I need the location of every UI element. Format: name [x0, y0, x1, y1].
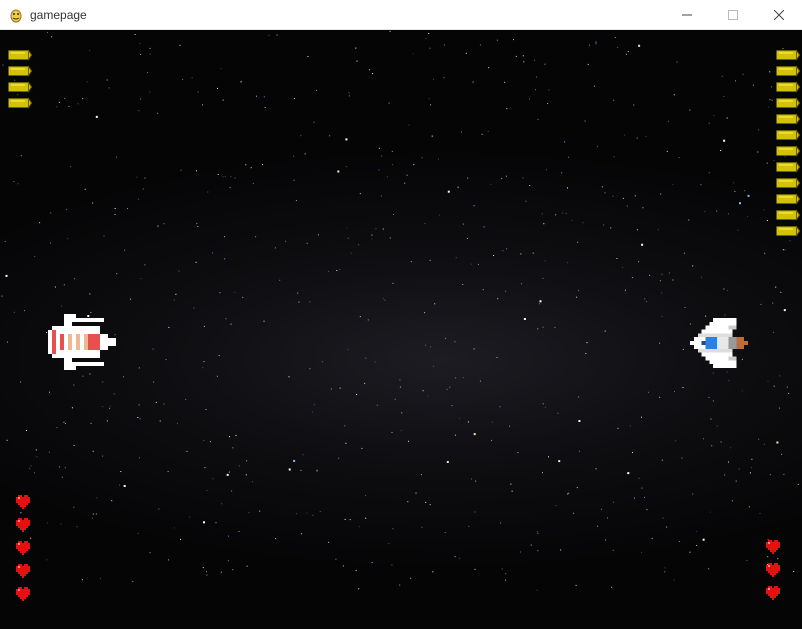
bullet-icon	[776, 210, 800, 220]
bullet-icon	[776, 130, 800, 140]
bullet-icon	[776, 82, 800, 92]
minimize-icon	[682, 14, 692, 15]
bullet-icon	[776, 178, 800, 188]
blue-spaceship-icon	[690, 318, 748, 368]
maximize-button[interactable]	[710, 0, 756, 29]
heart-icon	[16, 495, 30, 509]
bullet-icon	[776, 50, 800, 60]
heart-icon	[16, 541, 30, 555]
heart-icon	[766, 540, 780, 554]
bullet-icon	[776, 114, 800, 124]
bullet-icon	[776, 146, 800, 156]
bullet-icon	[776, 66, 800, 76]
bullet-icon	[776, 226, 800, 236]
bullet-icon	[776, 194, 800, 204]
bullet-icon	[776, 98, 800, 108]
title-bar[interactable]: gamepage	[0, 0, 802, 30]
game-window: gamepage	[0, 0, 802, 629]
bullet-icon	[776, 162, 800, 172]
heart-icon	[16, 518, 30, 532]
red-spaceship-icon	[48, 314, 116, 370]
heart-icon	[16, 587, 30, 601]
minimize-button[interactable]	[664, 0, 710, 29]
bullet-icon	[8, 98, 32, 108]
game-canvas[interactable]	[0, 30, 802, 629]
pygame-snake-icon	[10, 9, 22, 23]
bullet-icon	[8, 82, 32, 92]
close-icon	[774, 9, 784, 20]
maximize-icon	[728, 9, 738, 20]
heart-icon	[766, 563, 780, 577]
bullet-icon	[8, 66, 32, 76]
close-button[interactable]	[756, 0, 802, 29]
heart-icon	[766, 586, 780, 600]
window-title: gamepage	[30, 8, 87, 22]
starfield-background	[1, 30, 799, 591]
heart-icon	[16, 564, 30, 578]
bullet-icon	[8, 50, 32, 60]
